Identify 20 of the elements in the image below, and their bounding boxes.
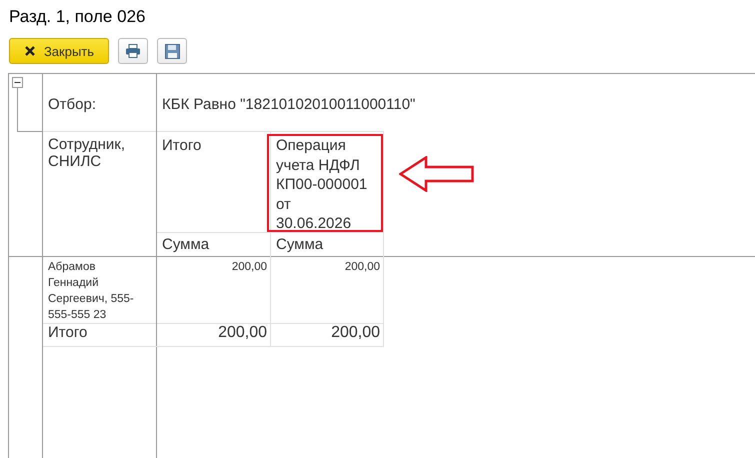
column-header: Сотрудник, СНИЛС xyxy=(48,136,126,170)
filter-value: КБК Равно "18210102010011000110" xyxy=(162,96,416,113)
close-icon xyxy=(24,45,36,57)
total-value: 200,00 xyxy=(218,324,267,341)
table-cell: 200,00 xyxy=(344,261,380,273)
close-button[interactable]: Закрыть xyxy=(9,38,109,64)
arrow-icon xyxy=(399,156,475,192)
table-cell: 200,00 xyxy=(232,261,267,273)
column-header: Операция учета НДФЛ КП00-000001 от 30.06.2026 xyxy=(267,134,383,232)
column-header: Сумма xyxy=(276,236,324,253)
print-button[interactable] xyxy=(118,38,148,64)
column-header: Сумма xyxy=(162,236,210,253)
window-title: Разд. 1, поле 026 xyxy=(8,6,146,28)
total-value: 200,00 xyxy=(331,324,380,341)
column-header: Итого xyxy=(162,136,202,156)
printer-icon xyxy=(125,44,141,58)
save-button[interactable] xyxy=(157,38,187,64)
table-cell-text: Абрамов Геннадий Сергеевич, 555-555-555 23 xyxy=(48,260,135,323)
total-label: Итого xyxy=(48,324,88,341)
filter-label: Отбор: xyxy=(48,96,96,113)
